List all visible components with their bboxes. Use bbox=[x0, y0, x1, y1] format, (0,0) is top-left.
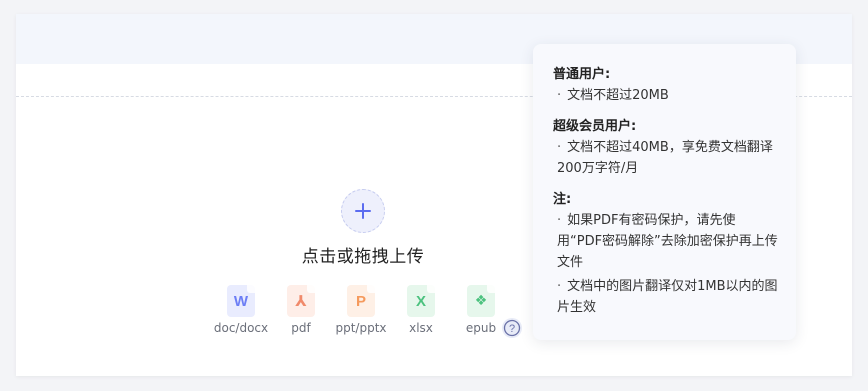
tooltip-bullet: · 文档中的图片翻译仅对1MB以内的图片生效 bbox=[557, 279, 778, 315]
question-circle-icon: ? bbox=[503, 319, 521, 337]
tooltip-section-vip: 超级会员用户: · 文档不超过40MB，享免费文档翻译200万字符/月 bbox=[553, 116, 778, 179]
svg-text:?: ? bbox=[509, 323, 515, 335]
tooltip-section-note: 注: · 如果PDF有密码保护，请先使用“PDF密码解除”去除加密保护再上传文件 … bbox=[553, 189, 778, 318]
epub-icon: ❖ bbox=[467, 285, 495, 317]
tooltip-bullet: · 文档不超过20MB bbox=[557, 88, 669, 103]
tooltip-bullet: · 如果PDF有密码保护，请先使用“PDF密码解除”去除加密保护再上传文件 bbox=[557, 213, 778, 270]
help-button[interactable]: ? bbox=[502, 318, 522, 338]
tooltip-section-normal: 普通用户: · 文档不超过20MB bbox=[553, 64, 778, 106]
add-file-button[interactable] bbox=[341, 189, 385, 233]
tooltip-section-title: 普通用户: bbox=[553, 67, 611, 82]
tooltip-section-title: 超级会员用户: bbox=[553, 119, 637, 134]
tooltip-bullet: · 文档不超过40MB，享免费文档翻译200万字符/月 bbox=[557, 140, 773, 176]
pdf-icon: ⅄ bbox=[287, 285, 315, 317]
tooltip-section-title: 注: bbox=[553, 192, 572, 207]
plus-icon bbox=[355, 203, 371, 219]
upload-label[interactable]: 点击或拖拽上传 bbox=[263, 242, 463, 267]
upload-limits-tooltip: 普通用户: · 文档不超过20MB 超级会员用户: · 文档不超过40MB，享免费文… bbox=[533, 44, 796, 340]
excel-icon: X bbox=[407, 285, 435, 317]
word-doc-icon: W bbox=[227, 285, 255, 317]
ppt-icon: P bbox=[347, 285, 375, 317]
